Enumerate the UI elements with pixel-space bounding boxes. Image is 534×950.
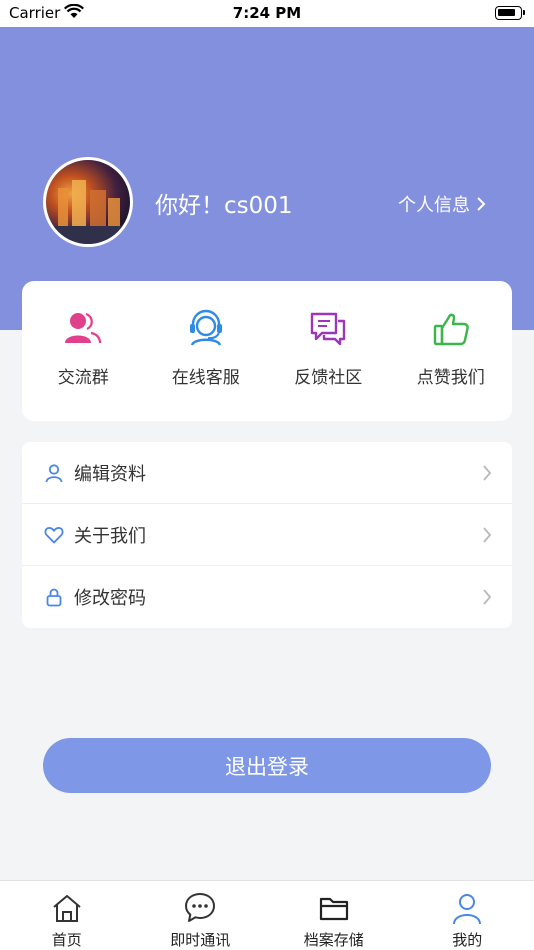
chat-bubbles-icon — [311, 312, 346, 346]
user-icon — [45, 463, 63, 482]
menu-item-label: 关于我们 — [74, 525, 146, 547]
avatar[interactable] — [43, 157, 133, 247]
menu-item-label: 编辑资料 — [74, 463, 146, 485]
tab-label: 首页 — [51, 931, 82, 949]
status-time: 7:24 PM — [232, 4, 302, 22]
tab-bar: 首页 即时通讯 档案存储 我的 — [0, 880, 534, 950]
personal-info-label: 个人信息 — [398, 195, 470, 216]
status-bar: Carrier 7:24 PM — [0, 0, 534, 27]
menu-item-edit-profile[interactable]: 编辑资料 — [22, 442, 512, 504]
battery-icon — [495, 6, 525, 20]
quick-action-label: 点赞我们 — [416, 368, 485, 388]
quick-action-label: 在线客服 — [171, 368, 240, 388]
tab-label: 即时通讯 — [170, 931, 231, 949]
quick-action-group[interactable]: 交流群 — [22, 281, 145, 421]
personal-info-link[interactable]: 个人信息 — [398, 191, 486, 217]
quick-action-feedback[interactable]: 反馈社区 — [267, 281, 390, 421]
profile-icon — [453, 894, 482, 925]
chevron-right-icon — [483, 464, 492, 481]
tab-label: 我的 — [452, 931, 483, 949]
quick-action-like[interactable]: 点赞我们 — [390, 281, 513, 421]
menu-item-about-us[interactable]: 关于我们 — [22, 504, 512, 566]
tab-archive[interactable]: 档案存储 — [267, 881, 401, 950]
menu-item-change-password[interactable]: 修改密码 — [22, 566, 512, 628]
quick-action-label: 交流群 — [57, 368, 109, 388]
tab-home[interactable]: 首页 — [0, 881, 134, 950]
tab-messaging[interactable]: 即时通讯 — [134, 881, 268, 950]
chevron-right-icon — [477, 197, 486, 211]
chevron-right-icon — [483, 589, 492, 605]
tab-mine[interactable]: 我的 — [401, 881, 534, 950]
menu-item-label: 修改密码 — [74, 588, 146, 609]
group-icon — [65, 312, 102, 344]
chevron-right-icon — [483, 526, 492, 543]
settings-menu: 编辑资料 关于我们 修改密码 — [22, 442, 512, 628]
quick-action-service[interactable]: 在线客服 — [145, 281, 268, 421]
logout-button[interactable]: 退出登录 — [43, 738, 491, 793]
message-icon — [185, 893, 216, 922]
heart-icon — [44, 526, 64, 543]
quick-actions-card: 交流群 在线客服 反馈社区 点赞我们 — [22, 281, 512, 421]
lock-icon — [46, 588, 62, 607]
thumbs-up-icon — [433, 313, 469, 346]
quick-action-label: 反馈社区 — [294, 368, 363, 388]
folder-icon — [319, 897, 348, 921]
home-icon — [53, 895, 81, 922]
greeting-text: 你好！cs001 — [155, 193, 293, 219]
tab-label: 档案存储 — [303, 931, 364, 949]
customer-service-icon — [189, 309, 222, 346]
